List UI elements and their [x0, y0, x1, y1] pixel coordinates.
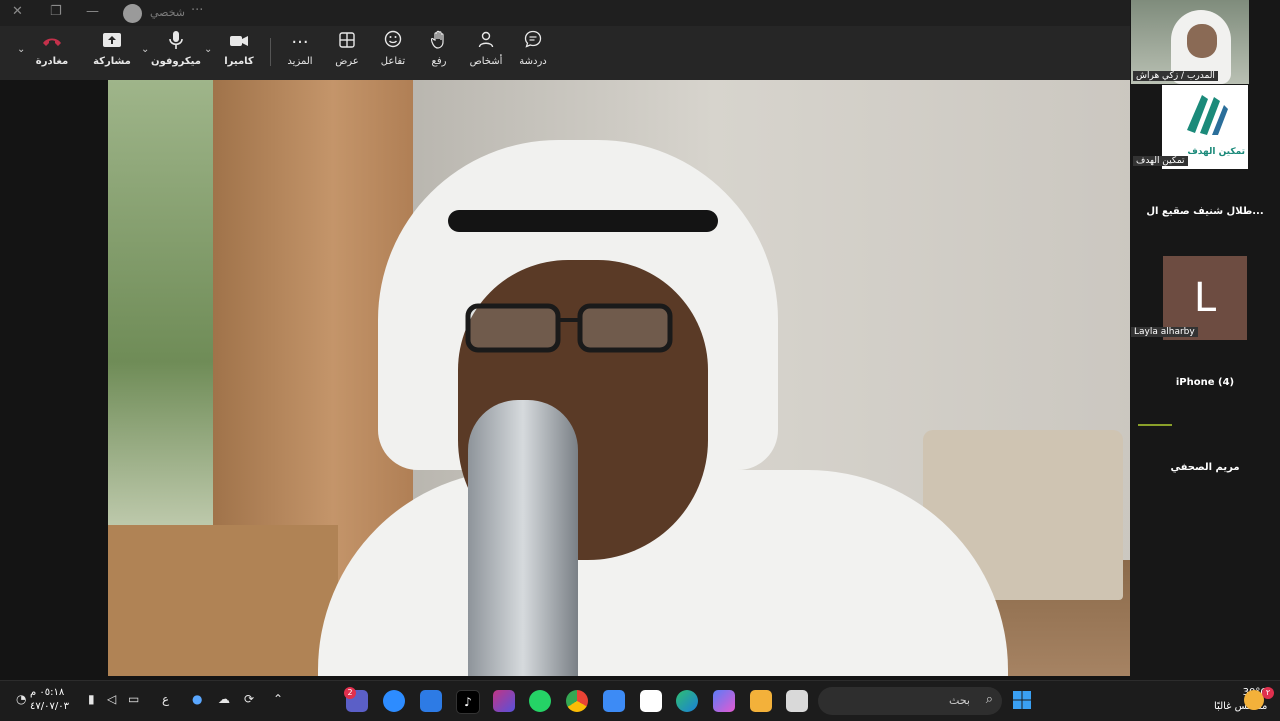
camera-options-chevron-icon[interactable]: ⌄	[204, 44, 212, 55]
toolbar-divider	[270, 38, 271, 66]
chevron-down-icon[interactable]: ⌄	[17, 44, 25, 55]
speaking-indicator	[1138, 424, 1172, 426]
clock-time: ٠٥:١٨ م	[30, 687, 65, 698]
network-icon[interactable]: ▭	[128, 692, 139, 706]
share-label: مشاركة	[93, 56, 131, 67]
speaker-glasses	[458, 300, 708, 354]
teams-notification-badge: 2	[344, 687, 356, 699]
microphone-object	[468, 400, 578, 676]
background-window	[108, 80, 213, 550]
weather-badge: ٢	[1262, 687, 1274, 699]
zoom-app-icon[interactable]	[383, 690, 405, 712]
smile-icon	[367, 30, 419, 56]
microphone-button[interactable]: ميكروفون	[150, 30, 202, 76]
view-button[interactable]: عرض	[321, 30, 373, 76]
share-icon	[86, 30, 138, 56]
participant-tile-maryam[interactable]: مريم الصحفي	[1130, 462, 1280, 473]
people-button[interactable]: أشخاص	[460, 30, 512, 76]
camera-label: كاميرا	[224, 56, 254, 67]
people-icon	[460, 30, 512, 56]
taskbar-search[interactable]: بحث ⌕	[818, 687, 1002, 715]
react-button[interactable]: تفاعل	[367, 30, 419, 76]
sync-icon[interactable]: ⟳	[244, 692, 254, 706]
window-bench	[108, 525, 338, 676]
camera-button[interactable]: كاميرا	[213, 30, 265, 76]
more-label: المزيد	[287, 56, 313, 67]
mic-icon	[150, 30, 202, 56]
windows-taskbar: 30°C مشمس غالبًا ٢ بحث ⌕ ♪ 2 ⌃ ⟳ ☁ ● ع ▭…	[0, 680, 1280, 721]
participant-tile-trainer[interactable]: المدرب / زكي هراش	[1131, 0, 1249, 84]
search-placeholder: بحث	[949, 694, 970, 707]
participant-tile-talal[interactable]: طلال شنيف صقيع ال...	[1130, 206, 1280, 217]
raise-hand-button[interactable]: رفع	[413, 30, 465, 76]
leave-label: مغادرة	[35, 56, 69, 67]
volume-icon[interactable]: ◁	[107, 692, 116, 706]
input-language-indicator[interactable]: ع	[162, 692, 169, 706]
speaker-figure	[318, 140, 1008, 676]
notepad-icon[interactable]	[603, 690, 625, 712]
file-explorer-icon[interactable]	[750, 690, 772, 712]
taskbar-clock[interactable]: ٠٥:١٨ م ٤٧/٠٧/٠٣	[30, 686, 69, 714]
react-label: تفاعل	[380, 56, 406, 67]
search-icon: ⌕	[985, 692, 993, 707]
more-options-icon[interactable]: ···	[191, 3, 203, 18]
cloud-icon[interactable]: ☁	[218, 692, 230, 706]
clock-date: ٤٧/٠٧/٠٣	[30, 701, 69, 712]
share-button[interactable]: مشاركة	[86, 30, 138, 76]
windows-start-icon[interactable]	[1011, 690, 1033, 712]
show-hidden-icons-chevron-icon[interactable]: ⌃	[273, 692, 283, 706]
restore-icon[interactable]: ❐	[50, 4, 62, 19]
tiktok-icon[interactable]: ♪	[456, 690, 480, 714]
speaker-agal	[448, 210, 718, 232]
chat-label: دردشة	[519, 56, 547, 67]
close-icon[interactable]: ✕	[12, 4, 23, 19]
minimize-icon[interactable]: —	[86, 4, 99, 19]
camera-icon	[213, 30, 265, 56]
microsoft-store-icon[interactable]	[640, 690, 662, 712]
raise-label: رفع	[431, 56, 447, 67]
microphone-in-use-icon[interactable]: ●	[192, 692, 202, 706]
participant-name: المدرب / زكي هراش	[1133, 71, 1218, 81]
mic-options-chevron-icon[interactable]: ⌄	[141, 44, 149, 55]
leave-button[interactable]: مغادرة	[26, 30, 78, 76]
copilot-icon[interactable]	[713, 690, 735, 712]
sun-cloud-icon[interactable]	[1244, 690, 1264, 710]
photos-app-icon[interactable]	[493, 690, 515, 712]
whatsapp-icon[interactable]	[529, 690, 551, 712]
people-label: أشخاص	[469, 56, 503, 67]
participant-tile-tamkeen[interactable]: تمكين الهدف تمكين الهدف	[1131, 85, 1249, 169]
task-view-icon[interactable]	[786, 690, 808, 712]
more-button[interactable]: ··· المزيد	[274, 30, 326, 76]
profile-avatar[interactable]	[123, 4, 142, 23]
participant-name: تمكين الهدف	[1133, 156, 1188, 166]
battery-icon[interactable]: ▮	[88, 692, 95, 706]
participant-tile-layla[interactable]: L Layla alharby	[1131, 256, 1249, 340]
mic-label: ميكروفون	[151, 56, 201, 67]
notifications-bell-icon[interactable]: ◔	[16, 692, 26, 706]
more-icon: ···	[291, 32, 309, 53]
hand-icon	[413, 30, 465, 56]
profile-name[interactable]: شخصي	[150, 6, 185, 19]
participant-name: Layla alharby	[1131, 327, 1198, 337]
chat-icon	[507, 30, 559, 56]
title-bar: ✕ ❐ — شخصي ···	[0, 0, 1130, 26]
calendar-app-icon[interactable]	[420, 690, 442, 712]
grid-icon	[321, 30, 373, 56]
participant-tile-iphone[interactable]: iPhone (4)	[1130, 377, 1280, 388]
tamkeen-logo-text: تمكين الهدف	[1187, 147, 1245, 157]
chrome-browser-icon[interactable]	[566, 690, 588, 712]
main-video-feed	[108, 80, 1172, 676]
edge-browser-icon[interactable]	[676, 690, 698, 712]
view-label: عرض	[335, 56, 359, 67]
chat-button[interactable]: دردشة	[507, 30, 559, 76]
phone-hangup-icon	[26, 30, 78, 56]
trainer-face	[1187, 24, 1217, 58]
